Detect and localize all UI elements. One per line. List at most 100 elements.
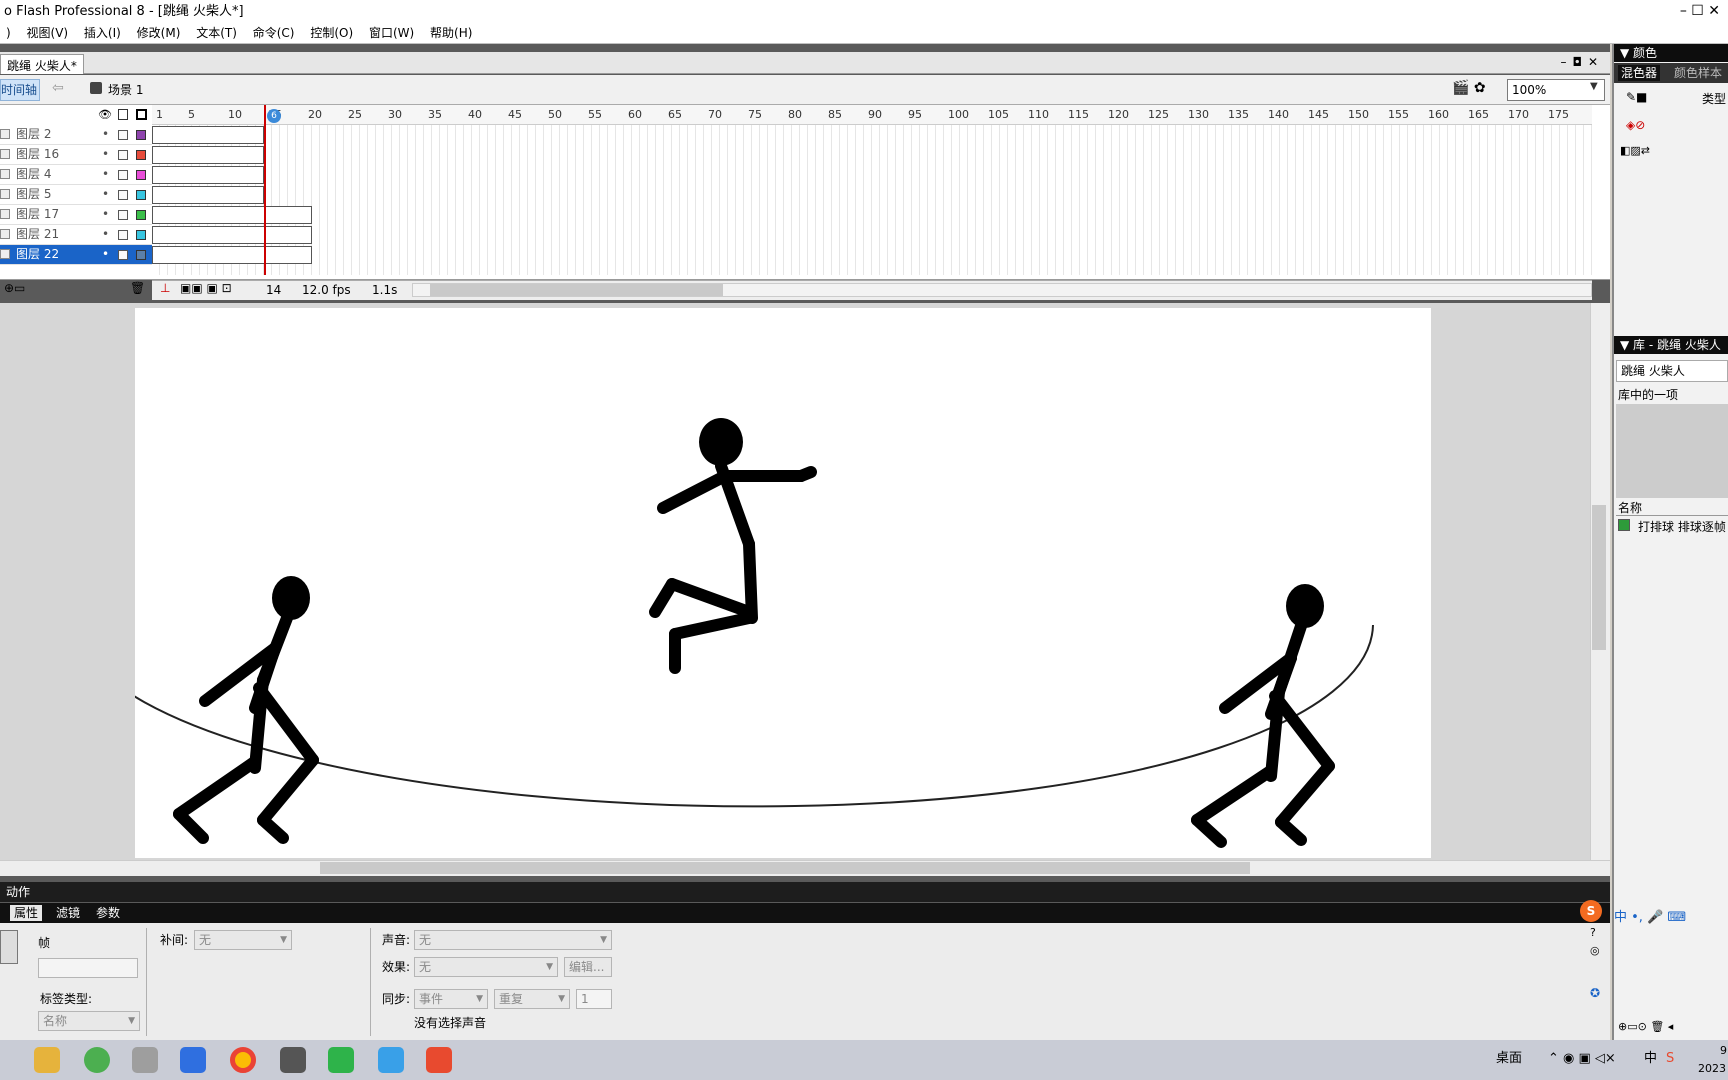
library-item[interactable]: 打排球 排球逐帧 <box>1638 518 1726 535</box>
app-video-icon[interactable] <box>328 1047 354 1073</box>
layer-color-swatch[interactable] <box>136 130 146 140</box>
menu-item-control[interactable]: 控制(O) <box>304 22 359 44</box>
stage-horizontal-scroll-thumb[interactable] <box>320 862 1250 874</box>
menu-item-help[interactable]: 帮助(H) <box>424 22 478 44</box>
menu-item-edit-partial[interactable]: ) <box>0 22 17 44</box>
visibility-dot[interactable]: • <box>102 145 109 164</box>
eye-icon[interactable]: 👁 <box>98 108 112 121</box>
frame-span[interactable] <box>152 206 312 224</box>
layer-row[interactable]: 图层 5 • <box>0 185 152 205</box>
edit-symbol-icons[interactable]: 🎬 ✿ <box>1452 80 1486 96</box>
lock-icon[interactable] <box>118 109 128 120</box>
file-explorer-icon[interactable] <box>34 1047 60 1073</box>
lock-icon[interactable] <box>118 250 128 260</box>
menu-item-window[interactable]: 窗口(W) <box>363 22 420 44</box>
visibility-dot[interactable]: • <box>102 205 109 224</box>
visibility-dot[interactable]: • <box>102 185 109 204</box>
edit-button[interactable]: 编辑... <box>564 957 612 977</box>
layer-row[interactable]: 图层 22 • <box>0 245 152 265</box>
stage-artwork[interactable] <box>72 308 1431 858</box>
stage-vertical-scroll-thumb[interactable] <box>1592 505 1606 650</box>
layer-color-swatch[interactable] <box>136 170 146 180</box>
onion-skin-icons[interactable]: ▣▣ ▣ ⊡ <box>180 281 232 295</box>
timeline-scroll-thumb[interactable] <box>430 284 723 296</box>
add-layer-icon[interactable]: ⊕▭ <box>4 281 25 295</box>
accessibility-icon[interactable]: ✪ <box>1590 986 1600 1000</box>
app-media-icon[interactable] <box>378 1047 404 1073</box>
frame-span[interactable] <box>152 186 264 204</box>
frame-ruler[interactable]: 1510152025303540455055606570758085909510… <box>152 105 1592 125</box>
frame-span[interactable] <box>152 166 264 184</box>
swap-colors-icons[interactable]: ◧▨⇄ <box>1620 144 1650 157</box>
visibility-dot[interactable]: • <box>102 165 109 184</box>
app-cat-icon[interactable] <box>132 1047 158 1073</box>
library-bottom-icons[interactable]: ⊕▭⊙ 🗑 ◂ <box>1618 1020 1673 1033</box>
tab-filters[interactable]: 滤镜 <box>52 905 84 921</box>
layer-color-swatch[interactable] <box>136 210 146 220</box>
lock-icon[interactable] <box>118 170 128 180</box>
sound-select[interactable]: 无 ▼ <box>414 930 612 950</box>
visibility-dot[interactable]: • <box>102 225 109 244</box>
ime-toolbar[interactable]: 中 •, 🎤 ⌨ <box>1614 906 1686 925</box>
color-panel-header[interactable]: ▼ 颜色 <box>1614 44 1728 62</box>
clock-time[interactable]: 9 <box>1720 1042 1727 1060</box>
browser-360-icon[interactable] <box>84 1047 110 1073</box>
frame-span[interactable] <box>152 146 264 164</box>
actions-panel-header[interactable]: 动作 <box>0 882 1610 902</box>
repeat-select[interactable]: 重复 ▼ <box>494 989 570 1009</box>
desktop-toolbar[interactable]: 桌面 <box>1496 1050 1522 1068</box>
effect-select[interactable]: 无 ▼ <box>414 957 558 977</box>
window-controls[interactable]: – ☐ ✕ <box>1680 0 1720 22</box>
frame-span[interactable] <box>152 246 312 264</box>
chevron-down-icon[interactable]: ▼ <box>1590 81 1598 92</box>
flash-icon[interactable] <box>426 1047 452 1073</box>
frame-name-input[interactable] <box>38 958 138 978</box>
outline-icon[interactable] <box>136 109 147 120</box>
sync-select[interactable]: 事件 ▼ <box>414 989 488 1009</box>
stage[interactable] <box>72 308 1431 858</box>
repeat-count-input[interactable]: 1 <box>576 989 612 1009</box>
layer-color-swatch[interactable] <box>136 150 146 160</box>
lock-icon[interactable] <box>118 230 128 240</box>
menu-item-insert[interactable]: 插入(I) <box>78 22 127 44</box>
tween-select[interactable]: 无 ▼ <box>194 930 292 950</box>
tab-parameters[interactable]: 参数 <box>92 905 124 921</box>
tab-swatches[interactable]: 颜色样本 <box>1674 65 1722 81</box>
layer-row[interactable]: 图层 2 • <box>0 125 152 145</box>
library-panel-header[interactable]: ▼ 库 - 跳绳 火柴人 <box>1614 336 1728 354</box>
playhead[interactable] <box>264 105 266 275</box>
app-camera-icon[interactable] <box>280 1047 306 1073</box>
delete-layer-icon[interactable]: 🗑 <box>130 281 145 295</box>
app-flower-icon[interactable] <box>180 1047 206 1073</box>
ime-indicator[interactable]: 中 <box>1644 1050 1657 1068</box>
layer-row[interactable]: 图层 16 • <box>0 145 152 165</box>
target-icon[interactable]: ◎ <box>1590 944 1600 957</box>
clock-date[interactable]: 2023 <box>1698 1060 1726 1078</box>
timeline-toggle-button[interactable]: 时间轴 <box>0 79 40 101</box>
sogou-ime-icon[interactable]: S <box>1580 900 1602 922</box>
help-icon[interactable]: ? <box>1590 926 1596 939</box>
lock-icon[interactable] <box>118 150 128 160</box>
menu-item-text[interactable]: 文本(T) <box>190 22 243 44</box>
playhead-marker-icon[interactable]: 6 <box>267 109 281 123</box>
label-type-select[interactable]: 名称 ▼ <box>38 1011 140 1031</box>
layer-row[interactable]: 图层 21 • <box>0 225 152 245</box>
menu-item-view[interactable]: 视图(V) <box>21 22 75 44</box>
tab-mixer[interactable]: 混色器 <box>1618 65 1661 81</box>
document-controls[interactable]: –◘✕ <box>1560 52 1604 72</box>
layer-row[interactable]: 图层 17 • <box>0 205 152 225</box>
layer-row[interactable]: 图层 4 • <box>0 165 152 185</box>
frame-span[interactable] <box>152 126 264 144</box>
center-frame-icon[interactable]: ⊥ <box>160 281 170 295</box>
visibility-dot[interactable]: • <box>102 125 109 144</box>
layer-color-swatch[interactable] <box>136 250 146 260</box>
layer-color-swatch[interactable] <box>136 230 146 240</box>
fill-color-icon[interactable]: ◈⊘ <box>1626 118 1645 132</box>
stroke-color-icon[interactable]: ✎■ <box>1626 90 1647 104</box>
menu-item-commands[interactable]: 命令(C) <box>247 22 301 44</box>
frame-grid[interactable] <box>152 125 1592 275</box>
lock-icon[interactable] <box>118 210 128 220</box>
chrome-icon[interactable] <box>230 1047 256 1073</box>
scene-name[interactable]: 场景 1 <box>108 80 143 100</box>
lock-icon[interactable] <box>118 130 128 140</box>
